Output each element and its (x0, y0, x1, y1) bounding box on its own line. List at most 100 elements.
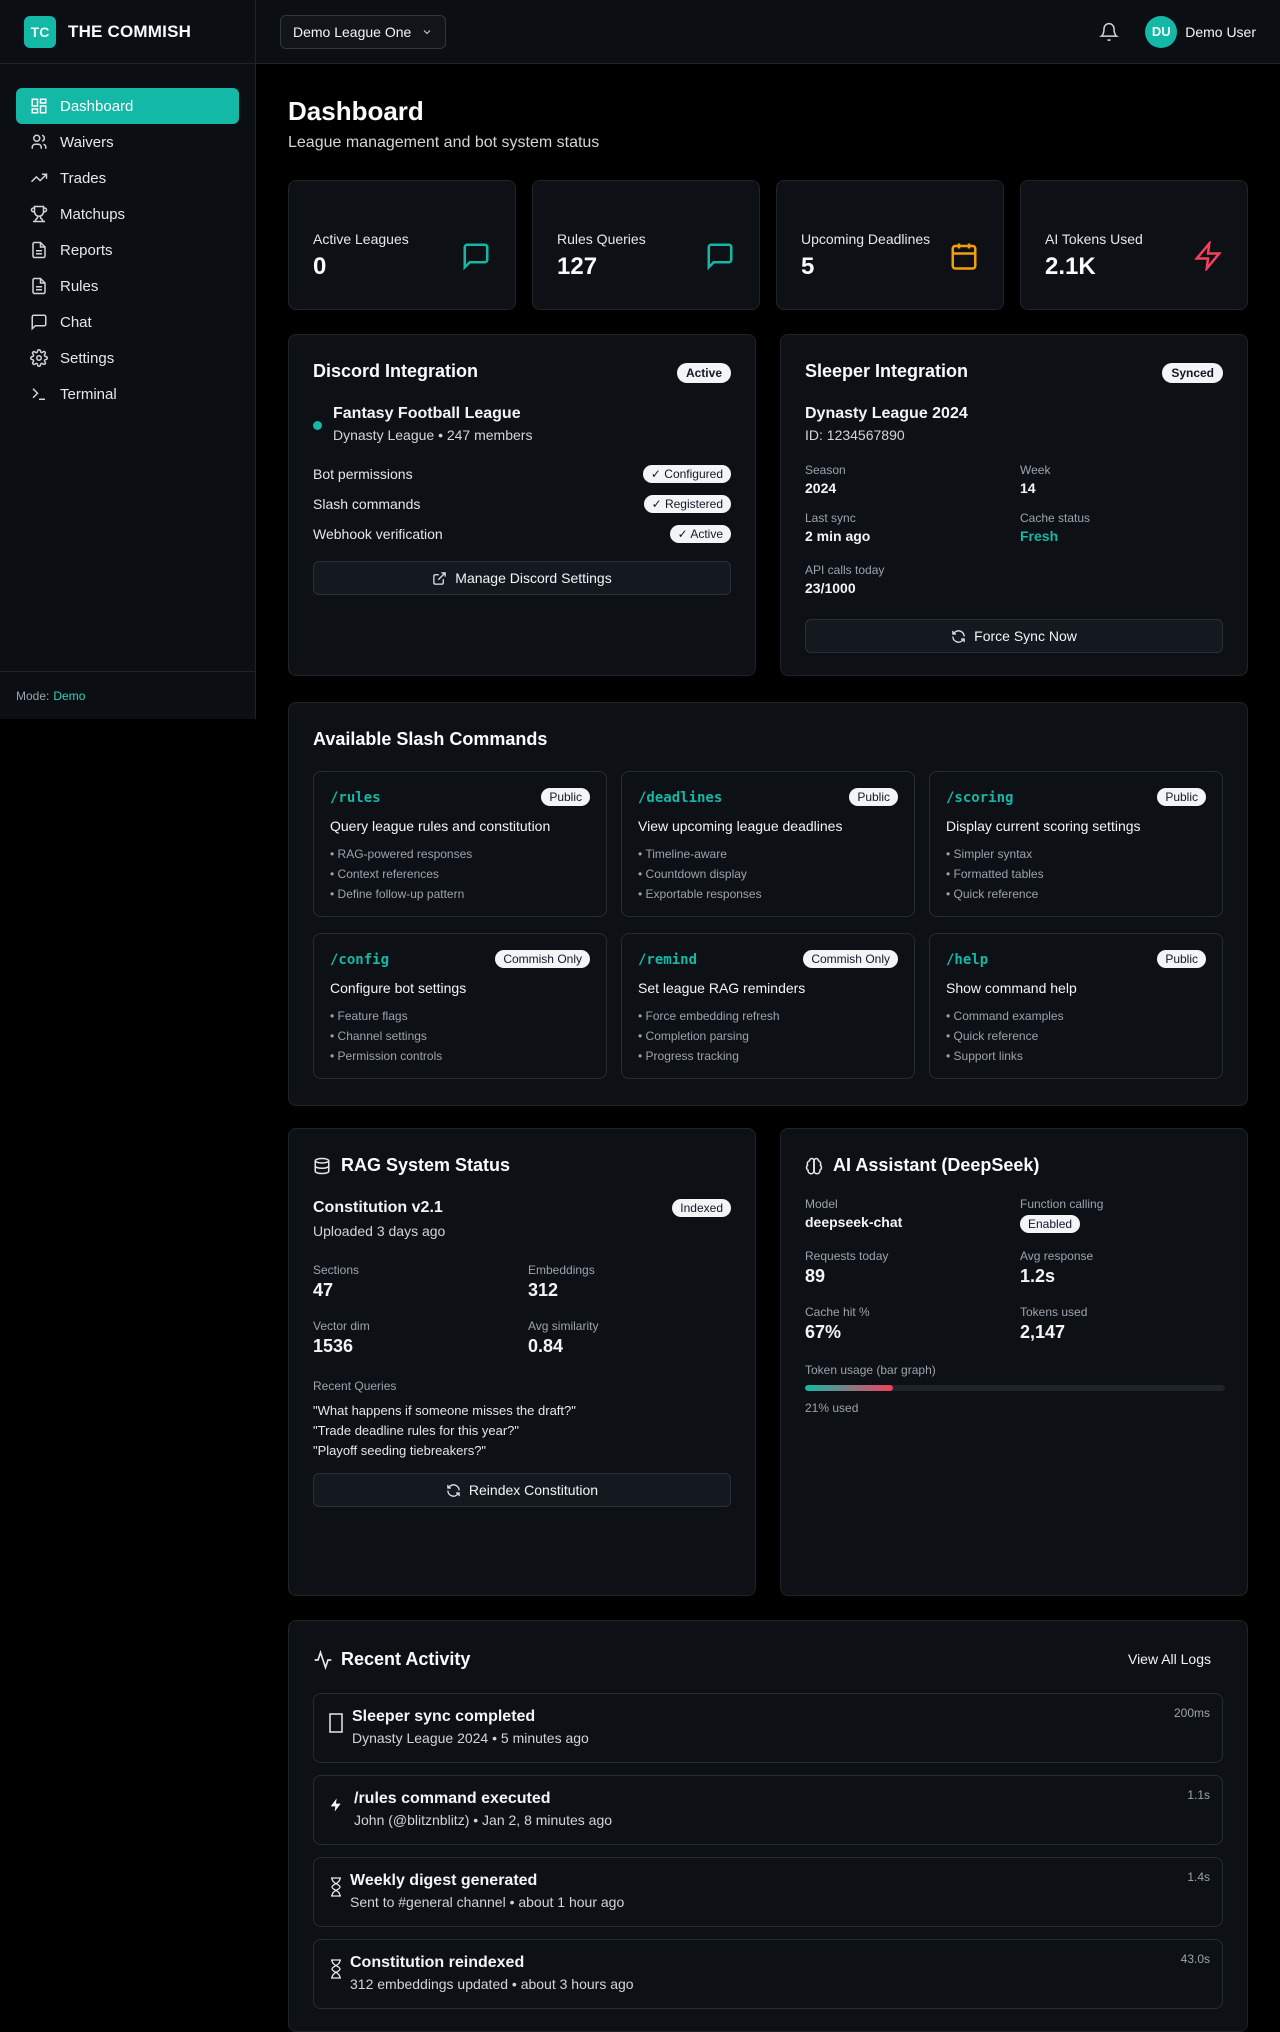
stat-label: Active Leagues (313, 231, 409, 247)
online-dot (313, 421, 322, 430)
token-usage-bar (805, 1385, 1225, 1391)
activity-item[interactable]: /rules command executed John (@blitznbli… (313, 1775, 1223, 1845)
command-name: /rules (330, 790, 381, 806)
activity-icon (314, 1650, 332, 1670)
command-description: Show command help (946, 980, 1077, 996)
access-badge: Public (849, 788, 898, 806)
sleeper-integration-card: Sleeper Integration Synced Dynasty Leagu… (780, 334, 1248, 676)
sidebar-item-waivers[interactable]: Waivers (16, 124, 239, 160)
sidebar-item-chat[interactable]: Chat (16, 304, 239, 340)
vector-dim-field: Vector dim 1536 (313, 1319, 370, 1356)
stat-value: 5 (801, 253, 815, 280)
card-title: Recent Activity (341, 1649, 471, 1669)
recent-queries-list: "What happens if someone misses the draf… (313, 1401, 576, 1461)
view-all-logs-link[interactable]: View All Logs (1128, 1651, 1211, 1667)
bolt-icon (330, 1798, 341, 1812)
stat-card-ai-tokens: AI Tokens Used 2.1K (1020, 180, 1248, 310)
access-badge: Commish Only (803, 950, 898, 968)
command-card-remind[interactable]: /remind Commish Only Set league RAG remi… (621, 933, 915, 1079)
command-description: Configure bot settings (330, 980, 467, 996)
last-sync-field: Last sync 2 min ago (805, 511, 871, 544)
activity-title: /rules command executed (354, 1790, 551, 1807)
model-field: Model deepseek-chat (805, 1197, 903, 1230)
command-card-deadlines[interactable]: /deadlines Public View upcoming league d… (621, 771, 915, 917)
sidebar-item-settings[interactable]: Settings (16, 340, 239, 376)
stat-card-active-leagues: Active Leagues 0 (288, 180, 516, 310)
mode-label: Mode: (16, 688, 50, 703)
command-card-scoring[interactable]: /scoring Public Display current scoring … (929, 771, 1223, 917)
server-name: Fantasy Football League (333, 405, 521, 422)
stat-label: Rules Queries (557, 231, 646, 247)
recent-activity-card: Recent Activity View All Logs Sleeper sy… (288, 1620, 1248, 2032)
command-features: • RAG-powered responses • Context referen… (330, 847, 473, 901)
hourglass-icon (331, 1877, 341, 1897)
command-card-config[interactable]: /config Commish Only Configure bot setti… (313, 933, 607, 1079)
sidebar-item-reports[interactable]: Reports (16, 232, 239, 268)
command-description: Query league rules and constitution (330, 818, 551, 834)
cache-hit-field: Cache hit % 67% (805, 1305, 870, 1342)
sections-field: Sections 47 (313, 1263, 360, 1300)
manage-discord-button[interactable]: Manage Discord Settings (313, 561, 731, 595)
check-row: Bot permissions ✓ Configured (313, 465, 731, 483)
file-icon (32, 277, 46, 295)
refresh-icon (952, 629, 965, 643)
access-badge: Public (1157, 950, 1206, 968)
sidebar-item-rules[interactable]: Rules (16, 268, 239, 304)
sidebar-item-matchups[interactable]: Matchups (16, 196, 239, 232)
force-sync-button[interactable]: Force Sync Now (805, 619, 1223, 653)
command-card-help[interactable]: /help Public Show command help • Command… (929, 933, 1223, 1079)
embeddings-field: Embeddings 312 (528, 1263, 595, 1300)
user-name[interactable]: Demo User (1185, 24, 1256, 40)
check-label: Bot permissions (313, 466, 413, 482)
function-calling-field: Function calling Enabled (1020, 1197, 1104, 1233)
league-name: Dynasty League 2024 (805, 405, 968, 422)
command-name: /help (946, 952, 989, 968)
activity-duration: 1.1s (1187, 1788, 1210, 1802)
command-card-rules[interactable]: /rules Public Query league rules and con… (313, 771, 607, 917)
week-field: Week 14 (1020, 463, 1051, 496)
users-icon (31, 134, 47, 149)
button-label: Manage Discord Settings (455, 570, 612, 586)
sidebar-item-dashboard[interactable]: Dashboard (16, 88, 239, 124)
status-badge: Active (676, 363, 731, 383)
activity-title: Constitution reindexed (350, 1954, 525, 1971)
command-name: /remind (638, 952, 698, 968)
rect-icon (329, 1713, 343, 1733)
check-label: Slash commands (313, 496, 421, 512)
avatar[interactable]: DU (1145, 15, 1178, 48)
sidebar-item-label: Settings (60, 349, 115, 367)
access-badge: Commish Only (495, 950, 590, 968)
recent-query: "Playoff seeding tiebreakers?" (313, 1443, 487, 1458)
database-icon (314, 1157, 330, 1175)
button-label: Reindex Constitution (468, 1482, 599, 1498)
token-usage-label: Token usage (bar graph) (805, 1363, 936, 1377)
activity-duration: 1.4s (1187, 1870, 1210, 1884)
command-name: /deadlines (638, 790, 723, 806)
stat-card-rules-queries: Rules Queries 127 (532, 180, 760, 310)
command-features: • Command examples • Quick reference • Sup… (946, 1009, 1064, 1063)
activity-subtitle: Sent to #general channel • about 1 hour … (350, 1894, 625, 1910)
command-name: /config (330, 952, 390, 968)
sidebar-item-label: Terminal (60, 385, 117, 403)
season-field: Season 2024 (805, 463, 846, 496)
mode-indicator: Mode: Demo (0, 671, 255, 719)
bell-icon[interactable] (1099, 22, 1120, 42)
terminal-icon (32, 388, 45, 400)
trophy-icon (30, 205, 48, 223)
page-title: Dashboard (288, 96, 424, 126)
activity-item[interactable]: Sleeper sync completed Dynasty League 20… (313, 1693, 1223, 1763)
activity-item[interactable]: Weekly digest generated Sent to #general… (313, 1857, 1223, 1927)
chevron-down-icon (423, 29, 431, 34)
avg-similarity-field: Avg similarity 0.84 (528, 1319, 599, 1356)
reindex-button[interactable]: Reindex Constitution (313, 1473, 731, 1507)
sidebar-item-terminal[interactable]: Terminal (16, 376, 239, 412)
sidebar-item-trades[interactable]: Trades (16, 160, 239, 196)
stat-value: 0 (313, 253, 327, 280)
token-usage-fill (805, 1385, 894, 1391)
chat-icon (31, 314, 47, 331)
league-selector[interactable]: Demo League One (280, 14, 447, 49)
access-badge: Public (541, 788, 590, 806)
activity-item[interactable]: Constitution reindexed 312 embeddings up… (313, 1939, 1223, 2009)
ai-assistant-card: AI Assistant (DeepSeek) Model deepseek-ch… (780, 1128, 1248, 1596)
command-description: Display current scoring settings (946, 818, 1141, 834)
